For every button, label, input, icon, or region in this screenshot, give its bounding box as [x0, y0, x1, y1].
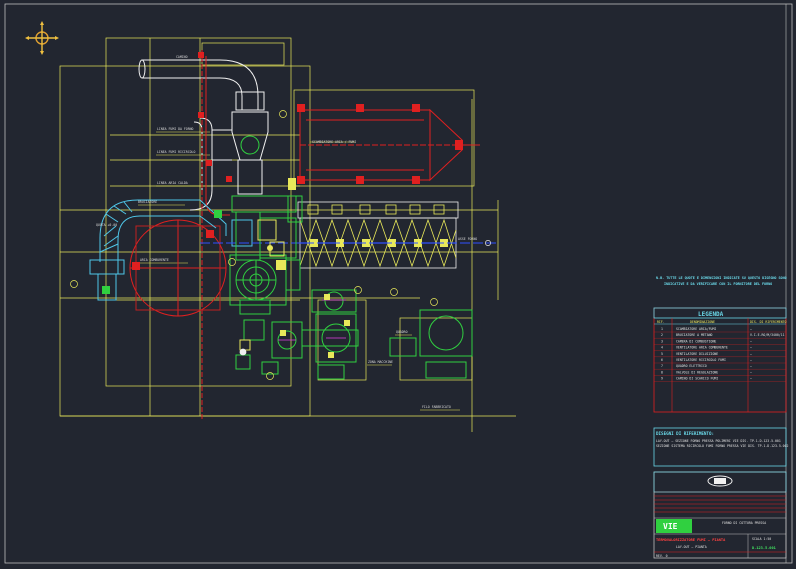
label-control-panel: QUADRO	[396, 330, 408, 334]
label-axis: ASSE FORNO	[458, 237, 477, 241]
svg-text:INDICATIVE E DA VERIFICARE CON: INDICATIVE E DA VERIFICARE CON IL FORNIT…	[664, 282, 772, 286]
legend-row-ref: 1	[661, 327, 663, 331]
legend-row-ref: 5	[661, 352, 663, 356]
legend-row-desc: CAMERA DI COMBUSTIONE	[676, 339, 716, 343]
legend-row-doc: —	[750, 377, 752, 381]
legend-title: LEGENDA	[698, 311, 724, 318]
drawing-subtitle: LAY-OUT – PIANTA	[676, 545, 707, 549]
revision-label: REV. 0	[656, 554, 668, 558]
legend-row-desc: VENTILATORE ARIA COMBURENTE	[676, 346, 728, 350]
legend-row-doc: —	[750, 358, 752, 362]
label-combustion-air: ARIA COMBURENTE	[140, 258, 169, 262]
legend-row-doc: V.I.E.RO/M/3400/11	[750, 333, 785, 337]
legend-row-desc: VALVOLE DI REGOLAZIONE	[676, 370, 718, 374]
label-duct-c: LINEA ARIA CALDA	[157, 181, 188, 185]
legend-row-desc: VENTILATORE DILUIZIONE	[676, 352, 718, 356]
legend-row-doc: —	[750, 352, 752, 356]
legend-row-doc: —	[750, 339, 752, 343]
drawing-number: D.123.5.001	[752, 546, 776, 550]
legend-row-ref: 4	[661, 346, 663, 350]
reference-drawings-title: DISEGNI DI RIFERIMENTO:	[656, 431, 714, 436]
cad-drawing-sheet: CAMINO SCAMBIATORE ARIA / FUMI LINEA FUM…	[0, 0, 796, 569]
label-elevation: QUOTA +0.00	[96, 223, 117, 227]
svg-text:N.B. TUTTE LE QUOTE E DIMENSIO: N.B. TUTTE LE QUOTE E DIMENSIONI INDICAT…	[656, 276, 787, 280]
reference-line-2: SEZIONE SISTEMA RICIRCOLO FUMI FORNO PRE…	[656, 444, 788, 448]
label-duct-a: LINEA FUMI DA FORNO	[157, 127, 194, 131]
label-equipment-zone: ZONA MACCHINE	[368, 360, 393, 364]
legend-header-desc: DENOMINAZIONE	[690, 320, 715, 324]
legend-row-doc: —	[750, 346, 752, 350]
label-building-line: FILO FABBRICATO	[422, 405, 451, 409]
legend-row-ref: 2	[661, 333, 663, 337]
label-duct-b: LINEA FUMI RICIRCOLO	[157, 150, 195, 154]
client-line: FORNO DI COTTURA PRESSA	[722, 521, 766, 525]
legend-row-doc: —	[750, 370, 752, 374]
scale-label: SCALA 1:50	[752, 537, 771, 541]
legend-row-desc: VENTILATORE RICIRCOLO FUMI	[676, 358, 726, 362]
legend-row-ref: 9	[661, 377, 663, 381]
legend-row-doc: —	[750, 327, 752, 331]
legend-row-desc: CAMINO DI SCARICO FUMI	[676, 377, 718, 381]
reference-line-1: LAY-OUT – SEZIONE FORNO PRESSA POLIMERI …	[656, 439, 781, 443]
legend-header-doc: DIS. DI RIFERIMENTO	[750, 320, 787, 324]
legend-row-desc: BRUCIATORE A METANO	[676, 333, 713, 337]
legend-row-ref: 3	[661, 339, 663, 343]
label-burner: BRUCIATORE	[138, 200, 157, 204]
legend-row-ref: 6	[661, 358, 663, 362]
label-stack: CAMINO	[176, 55, 188, 59]
label-heat-exchanger: SCAMBIATORE ARIA / FUMI	[312, 140, 356, 144]
legend-row-desc: QUADRO ELETTRICO	[676, 364, 707, 368]
legend-row-doc: —	[750, 364, 752, 368]
drawing-title: TERMOVALORIZZATORE FUMI – PIANTA	[656, 538, 726, 542]
svg-text:VIE: VIE	[663, 522, 678, 531]
legend-row-desc: SCAMBIATORE ARIA/FUMI	[676, 327, 716, 331]
legend-row-ref: 7	[661, 364, 663, 368]
legend-header-ref: RIF.	[657, 320, 665, 324]
legend-row-ref: 8	[661, 370, 663, 374]
